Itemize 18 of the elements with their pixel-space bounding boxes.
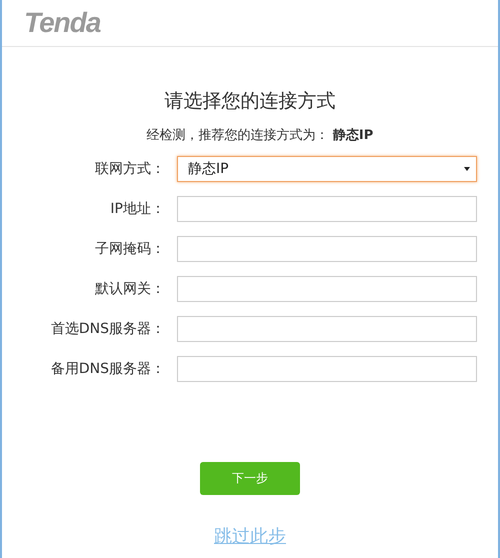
page-title: 请选择您的连接方式: [164, 89, 336, 114]
field-label: 子网掩码：: [94, 240, 166, 258]
detected-text: 经检测，推荐您的连接方式为： 静态IP: [146, 127, 374, 144]
next-button[interactable]: 下一步: [200, 462, 300, 495]
input-field[interactable]: [177, 276, 477, 302]
field-label: 默认网关：: [94, 280, 166, 298]
input-field[interactable]: [177, 236, 477, 262]
field-label: 联网方式：: [94, 160, 166, 178]
connection-type-select[interactable]: 静态IP: [177, 156, 477, 182]
field-label: IP地址：: [109, 200, 166, 218]
input-field[interactable]: [177, 316, 477, 342]
input-field[interactable]: [177, 196, 477, 222]
field-label: 首选DNS服务器：: [50, 320, 166, 338]
caret-icon: [464, 167, 470, 171]
input-field[interactable]: [177, 356, 477, 382]
field-label: 备用DNS服务器：: [50, 360, 166, 378]
tenda-logo: Tenda: [24, 7, 100, 39]
skip-link[interactable]: 跳过此步: [214, 524, 286, 548]
